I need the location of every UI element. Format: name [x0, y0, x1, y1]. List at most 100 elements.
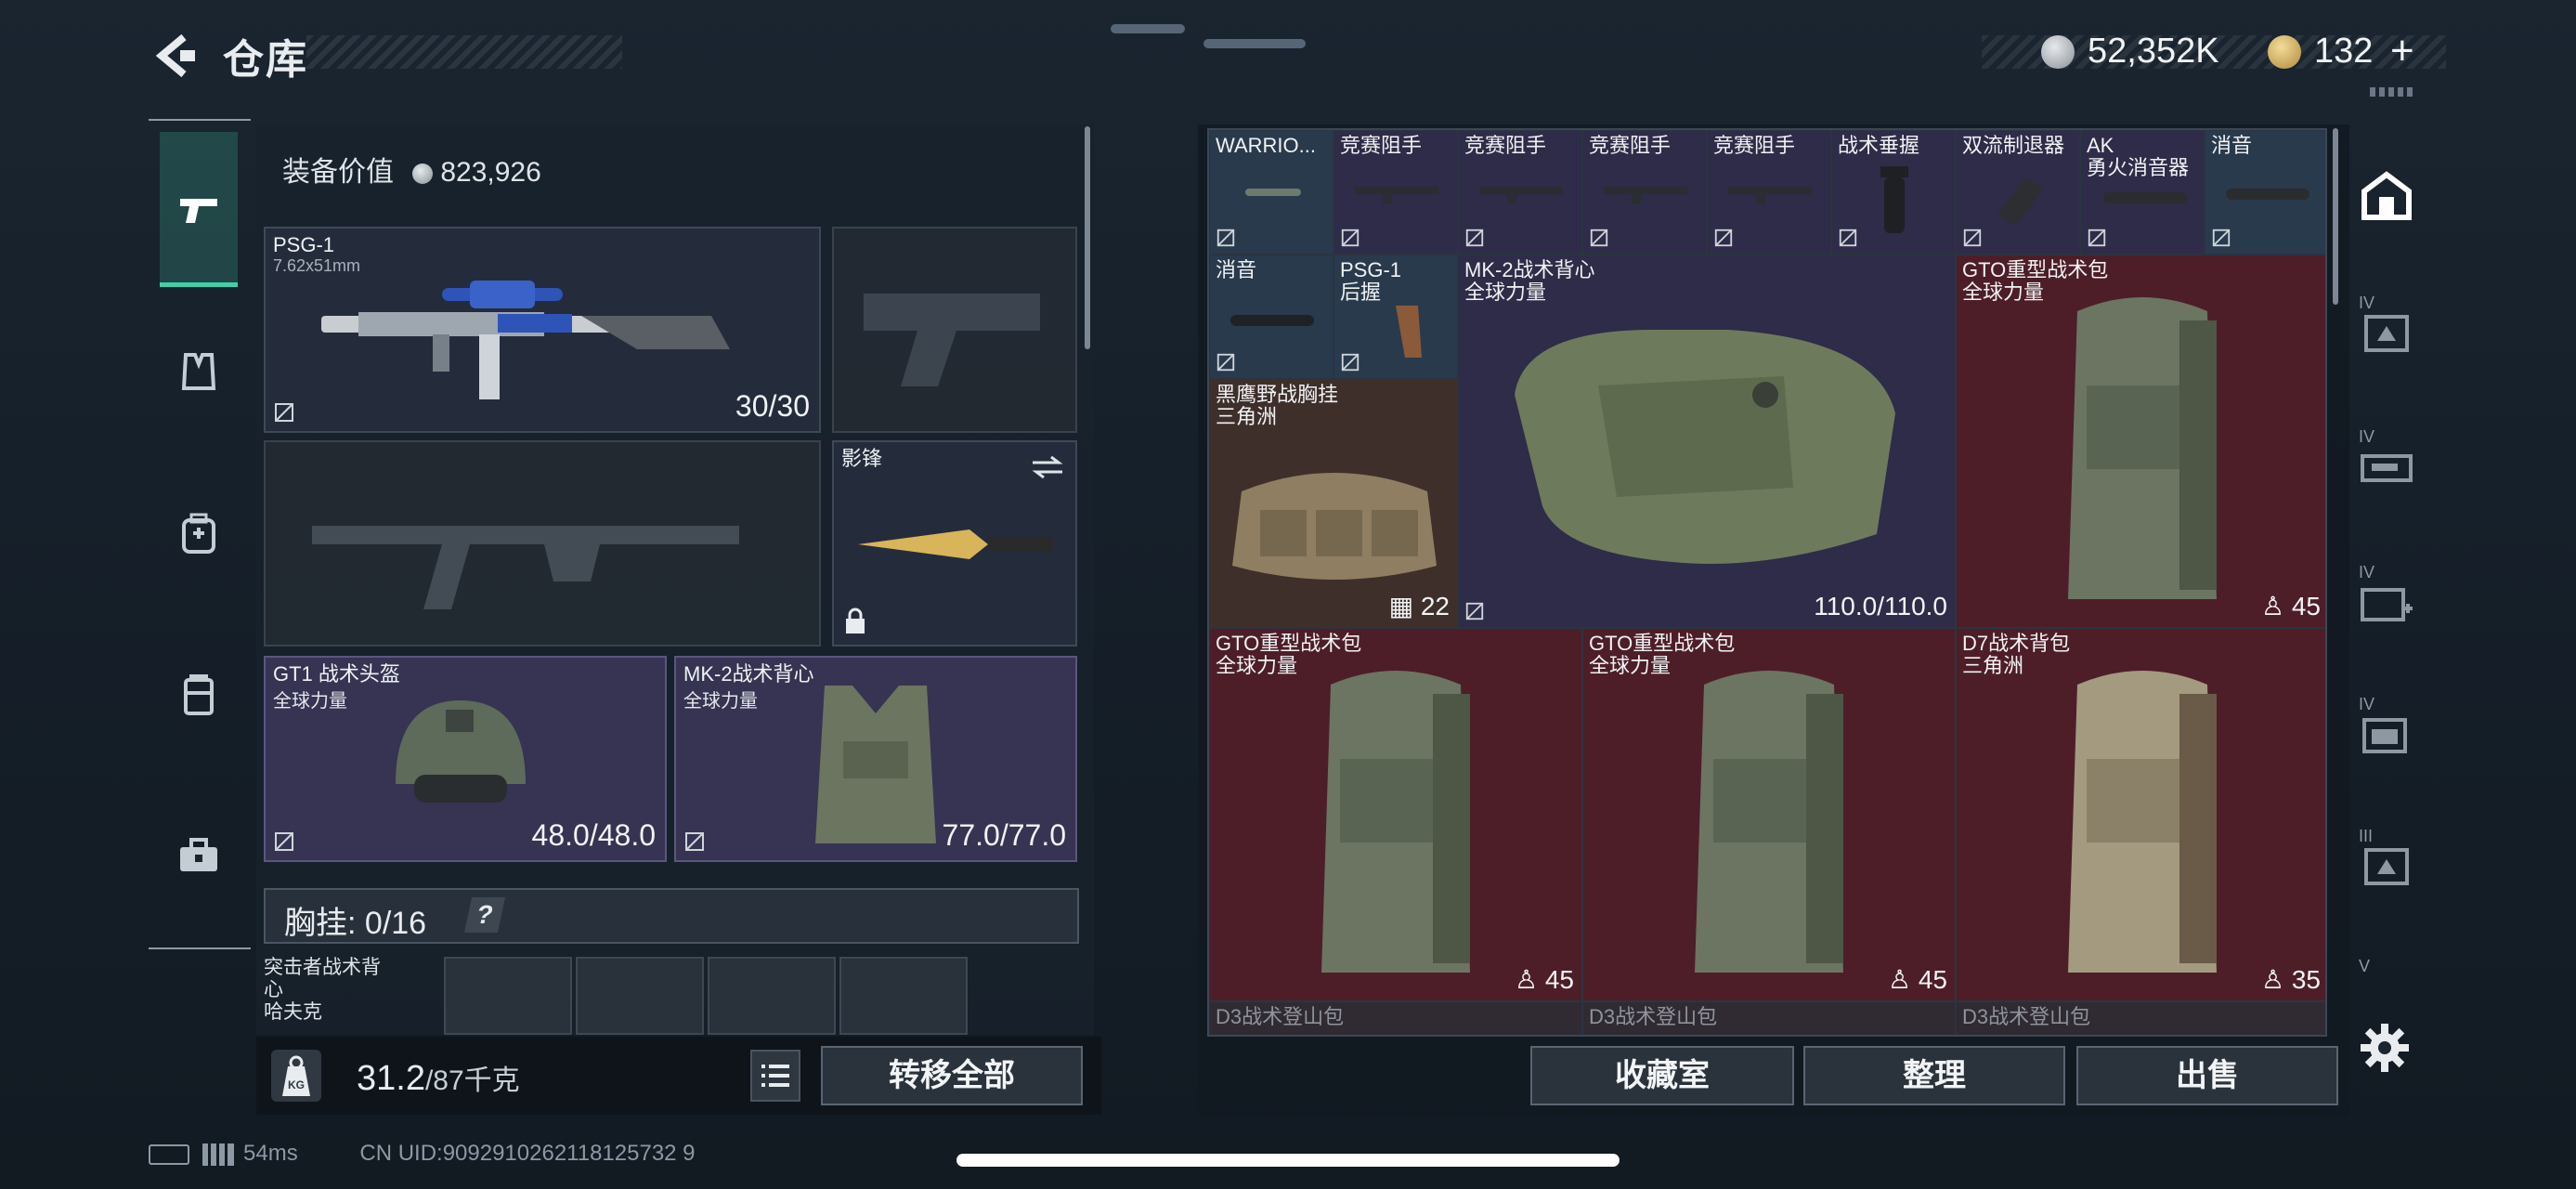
- storage-tab-3[interactable]: IV: [2359, 563, 2414, 621]
- chest-rig-label: 胸挂: 0/16: [284, 897, 426, 943]
- no-bind-icon: [1465, 602, 1484, 621]
- inventory-item[interactable]: AK 勇火消音器: [2080, 130, 2205, 255]
- chest-rig-cell[interactable]: [576, 957, 704, 1035]
- item-image: [1355, 187, 1438, 203]
- item-image: [2103, 192, 2187, 203]
- inventory-grid[interactable]: WARRIO... 竞赛阻手 竞赛阻手 竞赛阻手 竞赛阻手 战术垂握 双流制退器…: [1207, 128, 2327, 1037]
- inventory-item[interactable]: 竞赛阻手: [1707, 130, 1831, 255]
- tier-label: IV: [2359, 695, 2375, 713]
- inventory-item[interactable]: 竞赛阻手: [1582, 130, 1707, 255]
- vest-icon[interactable]: [175, 347, 223, 396]
- item-name: 消音: [2211, 134, 2253, 157]
- inventory-item[interactable]: 消音: [1209, 255, 1334, 379]
- item-capacity: ♙ 45: [1887, 965, 1947, 994]
- ammo-case-icon: [2362, 718, 2407, 753]
- item-capacity: ♙ 45: [2260, 592, 2321, 621]
- armor-slot[interactable]: MK-2战术背心 全球力量 77.0/77.0: [674, 656, 1077, 862]
- inventory-scrollbar[interactable]: [2333, 128, 2338, 305]
- item-name: 竞赛阻手: [1713, 134, 1796, 157]
- no-bind-icon: [1341, 229, 1360, 247]
- inventory-item[interactable]: D3战术登山包: [1582, 1001, 1956, 1035]
- inventory-item[interactable]: D7战术背包 三角洲 ♙ 35: [1956, 628, 2325, 1001]
- equipment-scrollbar[interactable]: [1085, 126, 1090, 349]
- inventory-item[interactable]: 双流制退器: [1956, 130, 2080, 255]
- inventory-item[interactable]: 战术垂握: [1831, 130, 1956, 255]
- inventory-item[interactable]: D3战术登山包: [1956, 1001, 2325, 1035]
- equipment-value: 装备价值 823,926: [282, 149, 541, 189]
- case-icon[interactable]: [175, 671, 223, 719]
- item-name: 战术垂握: [1838, 134, 1920, 157]
- item-capacity: ♙ 35: [2260, 965, 2321, 994]
- inventory-item[interactable]: MK-2战术背心 全球力量 110.0/110.0: [1458, 255, 1956, 628]
- chest-rig-cell[interactable]: [708, 957, 836, 1035]
- chest-rig-image: [1232, 473, 1437, 580]
- inventory-item[interactable]: D3战术登山包: [1209, 1001, 1582, 1035]
- storage-tab-2[interactable]: IV: [2359, 427, 2414, 483]
- item-name: WARRIO...: [1216, 134, 1316, 157]
- item-image: [2226, 189, 2309, 200]
- weight-current: 31.2: [357, 1059, 425, 1098]
- no-bind-icon: [1216, 353, 1235, 372]
- tier-label: V: [2359, 957, 2371, 975]
- melee-slot[interactable]: 影锋: [832, 440, 1077, 647]
- sidearm-slot[interactable]: [832, 227, 1077, 433]
- equipment-value-label: 装备价值: [282, 157, 394, 188]
- storage-tab-4[interactable]: IV: [2359, 695, 2414, 753]
- toolbox-icon[interactable]: [175, 832, 223, 881]
- svg-text:KG: KG: [288, 1078, 305, 1091]
- no-bind-icon: [1465, 229, 1484, 247]
- settings-gear-icon[interactable]: [2359, 1022, 2411, 1074]
- storage-tab-6[interactable]: V: [2359, 957, 2414, 985]
- rifle-silhouette-icon: [312, 526, 739, 609]
- inventory-item[interactable]: 竞赛阻手: [1334, 130, 1458, 255]
- inventory-item[interactable]: GTO重型战术包 全球力量 ♙ 45: [1582, 628, 1956, 1001]
- item-name: D3战术登山包: [1216, 1005, 1345, 1028]
- capacity-value: 35: [2291, 965, 2321, 994]
- back-arrow-icon[interactable]: [149, 30, 201, 82]
- sort-button[interactable]: 整理: [1803, 1046, 2065, 1105]
- list-view-button[interactable]: [750, 1050, 800, 1102]
- inventory-item[interactable]: 黑鹰野战胸挂 三角洲 ▦ 22: [1209, 379, 1458, 628]
- item-image: [1880, 166, 1908, 233]
- no-bind-icon: [1341, 353, 1360, 372]
- primary-weapon-slot[interactable]: PSG-1 7.62x51mm 30/30: [264, 227, 821, 433]
- gold-coin-icon: [2268, 35, 2301, 69]
- inventory-item[interactable]: 消音: [2205, 130, 2325, 255]
- storage-box-icon: [2364, 848, 2409, 885]
- inventory-item[interactable]: GTO重型战术包 全球力量 ♙ 45: [1209, 628, 1582, 1001]
- inventory-item[interactable]: 竞赛阻手: [1458, 130, 1582, 255]
- backpack-icon[interactable]: [175, 509, 223, 557]
- armor-name: MK-2战术背心: [683, 662, 814, 686]
- capacity-value: 22: [1420, 592, 1450, 621]
- storage-tab-1[interactable]: IV: [2359, 294, 2414, 352]
- add-currency-button[interactable]: +: [2390, 28, 2414, 74]
- inventory-item[interactable]: WARRIO...: [1209, 130, 1334, 255]
- storage-tab-5[interactable]: III: [2359, 827, 2414, 885]
- helmet-brand: 全球力量: [273, 691, 347, 712]
- sell-button[interactable]: 出售: [2076, 1046, 2338, 1105]
- list-icon: [761, 1065, 789, 1087]
- equipment-value-amount: 823,926: [440, 157, 541, 188]
- swap-icon[interactable]: [1029, 453, 1066, 481]
- inventory-item[interactable]: PSG-1 后握: [1334, 255, 1458, 379]
- weapon-name: PSG-1: [273, 233, 335, 256]
- item-name: D3战术登山包: [1962, 1005, 2091, 1028]
- item-image: [1479, 187, 1563, 203]
- silver-balance: 52,352K: [2088, 32, 2219, 71]
- helmet-slot[interactable]: GT1 战术头盔 全球力量 48.0/48.0: [264, 656, 667, 862]
- transfer-all-button[interactable]: 转移全部: [821, 1046, 1083, 1105]
- mini-slot-item[interactable]: 突击者战术背心 哈夫克: [264, 957, 392, 1035]
- chest-rig-cell[interactable]: [839, 957, 968, 1035]
- tier-label: IV: [2359, 427, 2375, 446]
- chest-rig-cell[interactable]: [444, 957, 572, 1035]
- capacity-value: 45: [1918, 965, 1947, 994]
- item-name: 竞赛阻手: [1589, 134, 1672, 157]
- silver-coin-icon: [2041, 35, 2075, 69]
- collection-room-button[interactable]: 收藏室: [1530, 1046, 1794, 1105]
- mini-item-name: 突击者战术背心: [264, 957, 381, 1000]
- home-indicator[interactable]: [956, 1154, 1620, 1167]
- rail-handle: [2370, 87, 2414, 97]
- warehouse-home-icon[interactable]: [2359, 167, 2414, 223]
- secondary-weapon-slot[interactable]: [264, 440, 821, 647]
- inventory-item[interactable]: GTO重型战术包 全球力量 ♙ 45: [1956, 255, 2325, 628]
